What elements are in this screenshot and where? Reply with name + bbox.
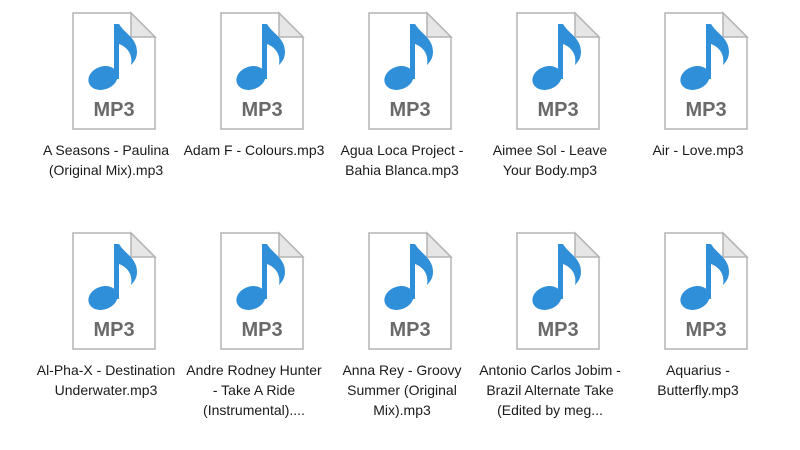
mp3-music-file-icon: MP3 bbox=[220, 11, 305, 130]
file-item[interactable]: MP3 Andre Rodney Hunter - Take A Ride (I… bbox=[183, 230, 325, 436]
file-item[interactable]: MP3 Air - Love.mp3 bbox=[627, 10, 769, 216]
file-name-label: Antonio Carlos Jobim - Brazil Alternate … bbox=[479, 362, 621, 418]
mp3-badge: MP3 bbox=[389, 319, 430, 341]
file-item[interactable]: MP3 Adam F - Colours.mp3 bbox=[183, 10, 325, 216]
mp3-badge: MP3 bbox=[685, 99, 726, 121]
mp3-music-file-icon: MP3 bbox=[368, 11, 453, 130]
mp3-badge: MP3 bbox=[389, 99, 430, 121]
mp3-music-file-icon: MP3 bbox=[664, 231, 749, 350]
mp3-music-file-icon: MP3 bbox=[368, 231, 453, 350]
file-browser-icon-view: MP3 A Seasons - Paulina (Original Mix).m… bbox=[0, 0, 800, 450]
mp3-badge: MP3 bbox=[93, 319, 134, 341]
mp3-badge: MP3 bbox=[93, 99, 134, 121]
file-item[interactable]: MP3 Al-Pha-X - Destination Underwater.mp… bbox=[35, 230, 177, 436]
mp3-badge: MP3 bbox=[537, 319, 578, 341]
mp3-badge: MP3 bbox=[685, 319, 726, 341]
mp3-music-file-icon: MP3 bbox=[220, 231, 305, 350]
mp3-music-file-icon: MP3 bbox=[516, 11, 601, 130]
file-item[interactable]: MP3 Aimee Sol - Leave Your Body.mp3 bbox=[479, 10, 621, 216]
mp3-music-file-icon: MP3 bbox=[516, 231, 601, 350]
file-name-label: Al-Pha-X - Destination Underwater.mp3 bbox=[36, 362, 176, 398]
file-name-label: Adam F - Colours.mp3 bbox=[183, 142, 325, 158]
file-item[interactable]: MP3 Agua Loca Project - Bahia Blanca.mp3 bbox=[331, 10, 473, 216]
mp3-music-file-icon: MP3 bbox=[72, 11, 157, 130]
file-name-label: Anna Rey - Groovy Summer (Original Mix).… bbox=[342, 362, 462, 418]
file-item[interactable]: MP3 A Seasons - Paulina (Original Mix).m… bbox=[35, 10, 177, 216]
file-name-label: Air - Love.mp3 bbox=[652, 142, 744, 158]
mp3-music-file-icon: MP3 bbox=[664, 11, 749, 130]
file-name-label: Andre Rodney Hunter - Take A Ride (Instr… bbox=[186, 362, 322, 418]
mp3-badge: MP3 bbox=[241, 319, 282, 341]
mp3-music-file-icon: MP3 bbox=[72, 231, 157, 350]
file-name-label: Aimee Sol - Leave Your Body.mp3 bbox=[492, 142, 608, 178]
file-item[interactable]: MP3 Aquarius - Butterfly.mp3 bbox=[627, 230, 769, 436]
mp3-badge: MP3 bbox=[537, 99, 578, 121]
file-item[interactable]: MP3 Anna Rey - Groovy Summer (Original M… bbox=[331, 230, 473, 436]
file-name-label: Aquarius - Butterfly.mp3 bbox=[657, 362, 739, 398]
mp3-badge: MP3 bbox=[241, 99, 282, 121]
file-item[interactable]: MP3 Antonio Carlos Jobim - Brazil Altern… bbox=[479, 230, 621, 436]
file-name-label: A Seasons - Paulina (Original Mix).mp3 bbox=[42, 142, 170, 178]
file-name-label: Agua Loca Project - Bahia Blanca.mp3 bbox=[340, 142, 464, 178]
